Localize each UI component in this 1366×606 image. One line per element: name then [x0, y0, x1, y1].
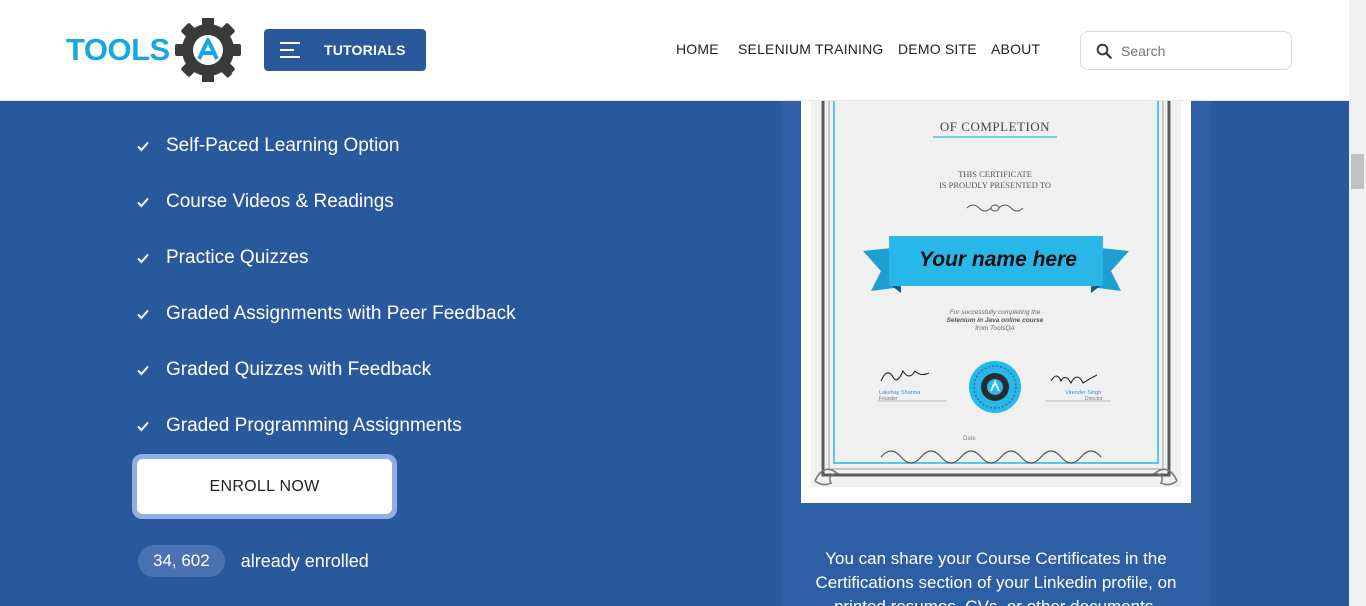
cert-name-placeholder: Your name here	[919, 248, 1077, 271]
hamburger-menu-icon	[280, 42, 300, 58]
certificate-graphic: OF COMPLETION THIS CERTIFICATE IS PROUDL…	[801, 89, 1191, 503]
check-icon	[137, 141, 149, 152]
tutorials-button[interactable]: TUTORIALS	[264, 29, 426, 71]
feature-item: Practice Quizzes	[136, 230, 516, 286]
logo-text: TOOLS	[66, 32, 170, 67]
feature-label: Graded Programming Assignments	[166, 415, 462, 436]
feature-item: Self-Paced Learning Option	[136, 118, 516, 174]
feature-item: Graded Programming Assignments	[136, 398, 516, 454]
cert-desc-line3: from ToolsQA	[975, 325, 1015, 332]
feature-list: Self-Paced Learning Option Course Videos…	[136, 118, 516, 454]
feature-label: Course Videos & Readings	[166, 191, 394, 212]
feature-item: Graded Quizzes with Feedback	[136, 342, 516, 398]
enrolled-count-label: already enrolled	[240, 550, 369, 571]
feature-item: Graded Assignments with Peer Feedback	[136, 286, 516, 342]
check-icon	[137, 197, 149, 208]
nav-about[interactable]: ABOUT	[991, 41, 1040, 57]
cert-presented-line2: IS PROUDLY PRESENTED TO	[939, 180, 1051, 190]
check-icon	[137, 309, 149, 320]
search-box[interactable]	[1080, 31, 1292, 70]
cert-desc-line2: Selenium in Java online course	[947, 317, 1044, 324]
feature-label: Practice Quizzes	[166, 247, 309, 268]
cert-desc-line1: For successfully completing the	[950, 309, 1041, 316]
nav-selenium-training[interactable]: SELENIUM TRAINING	[738, 41, 884, 57]
scrollbar-thumb[interactable]	[1351, 154, 1364, 189]
seal-icon	[969, 361, 1021, 413]
check-icon	[137, 421, 149, 432]
site-header: TOOLS TUTORIALS HOME SELENIUM TRAINING D…	[0, 0, 1349, 101]
signer2-title: Director	[1085, 396, 1103, 402]
feature-label: Graded Assignments with Peer Feedback	[166, 303, 516, 324]
feature-item: Course Videos & Readings	[136, 174, 516, 230]
cert-heading: OF COMPLETION	[940, 119, 1050, 134]
enrolled-count-badge: 34, 602	[138, 545, 225, 577]
toolsqa-logo[interactable]: TOOLS	[66, 18, 242, 82]
nav-demo-site[interactable]: DEMO SITE	[898, 41, 977, 57]
enrolled-count: 34, 602 already enrolled	[138, 545, 369, 577]
feature-label: Self-Paced Learning Option	[166, 135, 400, 156]
check-icon	[137, 365, 149, 376]
search-icon	[1096, 43, 1112, 59]
feature-label: Graded Quizzes with Feedback	[166, 359, 432, 380]
check-icon	[137, 253, 149, 264]
date-label: Date	[963, 436, 976, 442]
nav-home[interactable]: HOME	[676, 41, 719, 57]
certificate-share-text: You can share your Course Certificates i…	[815, 549, 1177, 606]
search-input[interactable]	[1121, 42, 1271, 59]
enroll-now-button[interactable]: ENROLL NOW	[137, 459, 392, 514]
certificate-image: OF COMPLETION THIS CERTIFICATE IS PROUDL…	[801, 89, 1191, 503]
enroll-button-outline: ENROLL NOW	[132, 454, 397, 519]
tutorials-label: TUTORIALS	[324, 42, 406, 58]
cert-presented-line1: THIS CERTIFICATE	[958, 169, 1032, 179]
page-scrollbar[interactable]	[1349, 0, 1366, 606]
gear-icon	[175, 18, 241, 82]
signer1-title: Founder	[879, 396, 898, 402]
